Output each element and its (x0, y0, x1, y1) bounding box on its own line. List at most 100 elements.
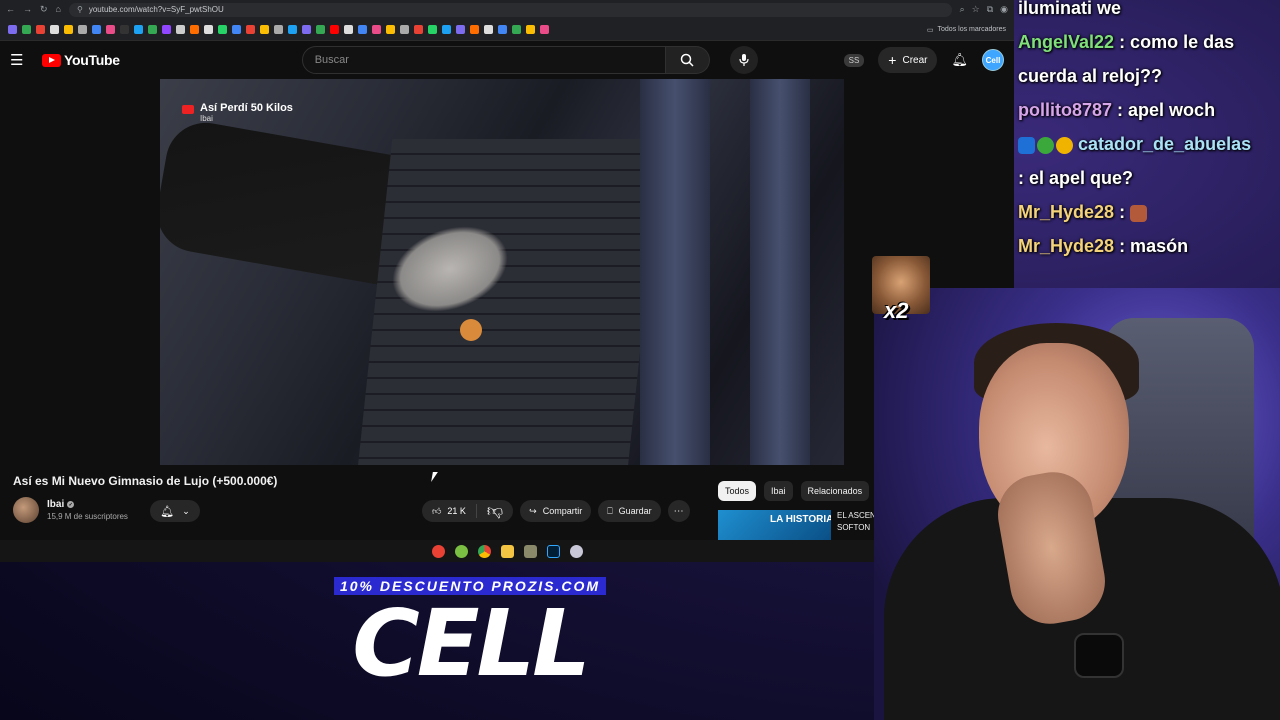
bookmark-icon[interactable] (540, 25, 549, 34)
bookmarks-bar: ▭ Todos los marcadores (0, 19, 1014, 41)
bookmark-icon[interactable] (358, 25, 367, 34)
video-chapter-overlay[interactable]: Así Perdí 50 Kilos Ibai (182, 102, 293, 123)
youtube-logo[interactable]: YouTube (42, 52, 120, 68)
bookmark-icon[interactable] (8, 25, 17, 34)
like-count: 21 K (447, 506, 466, 516)
chat-line: pollito8787 : apel woch (1018, 93, 1280, 127)
plus-icon: + (888, 52, 897, 68)
bookmark-icon[interactable] (106, 25, 115, 34)
bookmark-icon[interactable] (218, 25, 227, 34)
bookmark-icon[interactable] (246, 25, 255, 34)
chevron-down-icon: ⌄ (182, 505, 190, 516)
chat-message: cuerda al reloj?? (1018, 66, 1163, 86)
star-icon[interactable]: ☆ (972, 4, 980, 15)
bookmark-icon[interactable] (400, 25, 409, 34)
bookmark-icon[interactable] (78, 25, 87, 34)
photoshop-icon[interactable] (546, 544, 560, 558)
bookmark-icon[interactable] (456, 25, 465, 34)
video-player[interactable]: Así Perdí 50 Kilos Ibai (160, 79, 844, 465)
site-info-icon[interactable]: ⚲ (77, 5, 83, 14)
profile-icon[interactable]: ◉ (1000, 4, 1008, 15)
bookmark-icon[interactable] (288, 25, 297, 34)
bookmark-icon[interactable] (442, 25, 451, 34)
like-dislike-group: 👍︎ 21 K 👎︎ (422, 500, 514, 522)
chip-todos[interactable]: Todos (718, 481, 757, 501)
voice-search-button[interactable] (729, 46, 758, 74)
bookmark-icon[interactable] (148, 25, 157, 34)
subscribed-bell-button[interactable]: 🔔︎ ⌄ (150, 500, 200, 522)
extensions-icon[interactable]: ⧉ (987, 4, 993, 15)
bookmark-icon[interactable] (232, 25, 241, 34)
account-avatar[interactable]: Cell (982, 49, 1004, 71)
bookmark-icon[interactable] (498, 25, 507, 34)
bookmarks-folder-label: Todos los marcadores (937, 26, 1006, 33)
taskbar-app-icon[interactable] (454, 544, 468, 558)
bookmark-icon[interactable] (50, 25, 59, 34)
home-icon[interactable]: ⌂ (56, 4, 61, 15)
chat-line: catador_de_abuelas (1018, 127, 1280, 161)
bookmark-icon[interactable] (526, 25, 535, 34)
address-bar[interactable]: ⚲ youtube.com/watch?v=SyF_pwtShOU (68, 2, 952, 17)
forward-icon[interactable]: → (23, 4, 32, 15)
chat-line: cuerda al reloj?? (1018, 59, 1280, 93)
more-actions-button[interactable]: ⋯ (667, 500, 690, 522)
chip-ibai[interactable]: Ibai (764, 481, 793, 501)
bookmark-icon[interactable] (484, 25, 493, 34)
channel-avatar[interactable] (13, 497, 39, 523)
share-icon: ↪ (529, 505, 537, 516)
chat-message: : apel woch (1117, 100, 1216, 120)
ss-badge[interactable]: SS (843, 53, 865, 67)
taskbar-app-icon[interactable] (523, 544, 537, 558)
bookmark-icon[interactable] (428, 25, 437, 34)
bookmark-icon[interactable] (64, 25, 73, 34)
bookmark-icon[interactable] (92, 25, 101, 34)
all-bookmarks-folder[interactable]: ▭ Todos los marcadores (927, 26, 1006, 34)
bookmark-icon[interactable] (344, 25, 353, 34)
bookmark-icon[interactable] (36, 25, 45, 34)
create-button[interactable]: + Crear (878, 47, 938, 73)
bookmark-icon[interactable] (386, 25, 395, 34)
bookmark-icon[interactable] (260, 25, 269, 34)
webcam-watch (1074, 633, 1124, 678)
bookmark-icon[interactable] (134, 25, 143, 34)
bookmark-icon[interactable] (204, 25, 213, 34)
chat-message: : como le das (1119, 32, 1235, 52)
recommended-thumbnail[interactable]: LA HISTORIA DE (718, 510, 831, 540)
emote-icon (1130, 204, 1148, 222)
dislike-button[interactable]: 👎︎ (477, 502, 513, 521)
bookmark-icon[interactable] (120, 25, 129, 34)
recommended-video[interactable]: LA HISTORIA DE EL ASCEN SOFTON (718, 510, 876, 540)
taskbar-app-icon[interactable] (431, 544, 445, 558)
notifications-bell-icon[interactable]: 🔔︎ (951, 52, 968, 68)
search-input[interactable]: Buscar (301, 46, 666, 74)
search-button[interactable] (665, 46, 710, 74)
share-button[interactable]: ↪ Compartir (520, 500, 592, 522)
reload-icon[interactable]: ↻ (40, 4, 48, 15)
bookmark-icon[interactable] (162, 25, 171, 34)
bookmark-icon[interactable] (414, 25, 423, 34)
bookmark-icon[interactable] (330, 25, 339, 34)
folder-icon[interactable] (500, 544, 514, 558)
bookmark-icon[interactable] (470, 25, 479, 34)
taskbar-app-icon[interactable] (569, 544, 583, 558)
chat-username: AngelVal22 (1018, 32, 1115, 52)
bookmark-icon[interactable] (512, 25, 521, 34)
bookmark-icon[interactable] (22, 25, 31, 34)
channel-name[interactable]: Ibai (47, 499, 64, 510)
video-title: Así es Mi Nuevo Gimnasio de Lujo (+500.0… (13, 474, 278, 488)
menu-icon[interactable]: ☰ (10, 51, 28, 69)
bookmark-icon[interactable] (274, 25, 283, 34)
chrome-icon[interactable] (477, 544, 491, 558)
bookmark-icon[interactable] (190, 25, 199, 34)
save-button[interactable]: ⎕ Guardar (598, 500, 661, 522)
bookmark-icon[interactable] (316, 25, 325, 34)
bookmark-icon[interactable] (302, 25, 311, 34)
like-button[interactable]: 👍︎ 21 K (422, 504, 477, 518)
bookmark-icon[interactable] (372, 25, 381, 34)
bookmark-icon[interactable] (176, 25, 185, 34)
chat-line: Mr_Hyde28 : (1018, 195, 1280, 229)
back-icon[interactable]: ← (6, 4, 15, 15)
zoom-icon[interactable]: ⌕ (960, 4, 965, 15)
mouse-cursor-icon (431, 472, 438, 482)
chip-relacionados[interactable]: Relacionados (800, 481, 870, 501)
